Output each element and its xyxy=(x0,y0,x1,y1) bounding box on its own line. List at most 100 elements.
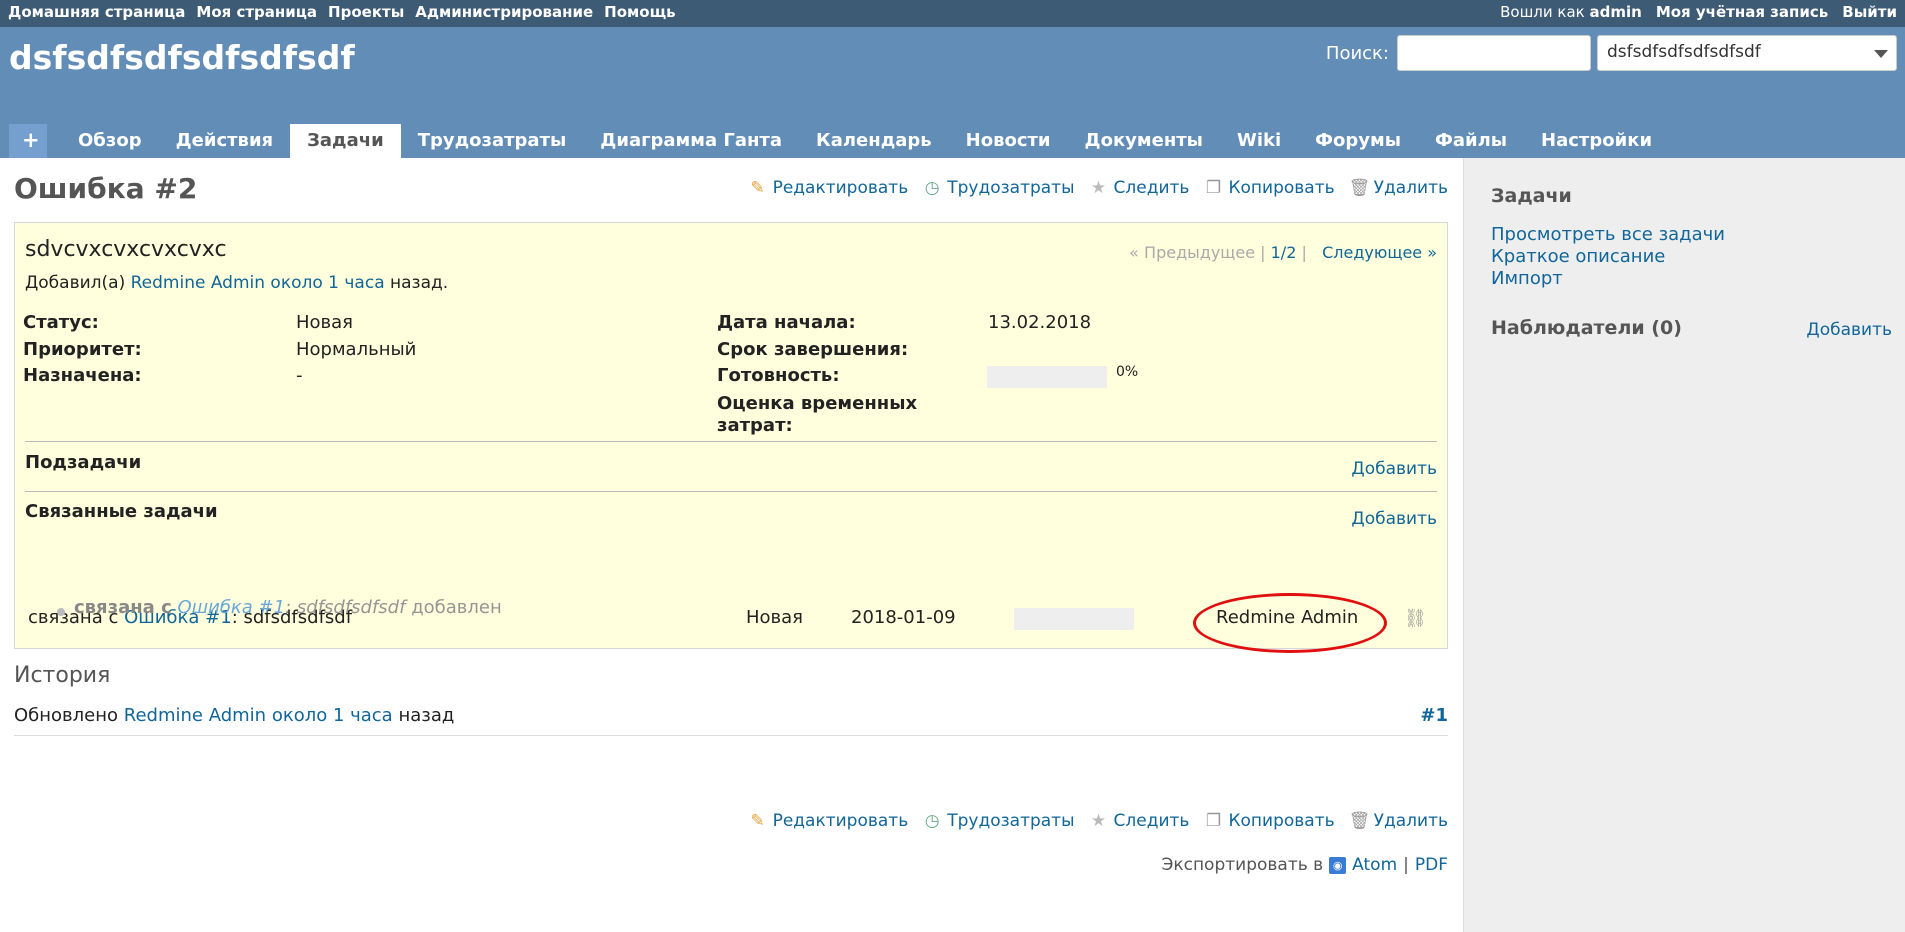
author-link[interactable]: Redmine Admin xyxy=(131,273,265,293)
logged-as: Вошли как admin xyxy=(1500,3,1642,21)
priority-value: Нормальный xyxy=(296,339,417,360)
sidebar: Задачи Просмотреть все задачи Краткое оп… xyxy=(1463,158,1905,932)
tab-overview[interactable]: Обзор xyxy=(61,124,159,158)
quick-search: Поиск: dsfsdfsdfsdfsdfsdf xyxy=(1326,35,1897,71)
add-subtask-link[interactable]: Добавить xyxy=(1351,459,1437,479)
detail-issue-link[interactable]: Ошибка #1 xyxy=(177,597,285,618)
divider xyxy=(25,491,1437,492)
log-time-button[interactable]: ◷ Трудозатраты xyxy=(922,811,1075,831)
journal-author-link[interactable]: Redmine Admin xyxy=(124,705,266,726)
tab-activity[interactable]: Действия xyxy=(159,124,291,158)
related-issue-status: Новая xyxy=(746,607,804,628)
project-jump-value: dsfsdfsdfsdfsdfsdf xyxy=(1607,42,1761,62)
sidebar-title: Задачи xyxy=(1491,185,1572,207)
tab-forums[interactable]: Форумы xyxy=(1298,124,1418,158)
author-prefix: Добавил(а) xyxy=(25,273,126,293)
issue-position-link[interactable]: 1/2 xyxy=(1271,243,1297,262)
delete-label: Удалить xyxy=(1373,811,1448,831)
log-time-label: Трудозатраты xyxy=(947,811,1075,831)
copy-button[interactable]: ❐ Копировать xyxy=(1203,811,1335,831)
created-time-link[interactable]: около 1 часа xyxy=(270,273,384,293)
nav-sep: | xyxy=(1260,243,1266,262)
export-links: Экспортировать в ◉ Atom | PDF xyxy=(1161,855,1448,875)
export-pdf-link[interactable]: PDF xyxy=(1415,855,1448,875)
journal-number-link[interactable]: #1 xyxy=(1420,705,1448,726)
export-atom-link[interactable]: Atom xyxy=(1352,855,1397,875)
related-issue-date: 2018-01-09 xyxy=(851,607,956,628)
journal-time-link[interactable]: около 1 часа xyxy=(272,705,393,726)
progress-bar xyxy=(987,366,1107,388)
tab-files[interactable]: Файлы xyxy=(1418,124,1524,158)
top-link-logout[interactable]: Выйти xyxy=(1842,3,1897,21)
logged-as-user[interactable]: admin xyxy=(1590,3,1642,21)
new-object-button[interactable]: + xyxy=(9,124,47,158)
add-relation-link[interactable]: Добавить xyxy=(1351,509,1437,529)
estimate-label-line2: затрат: xyxy=(717,415,793,436)
issue-navigation: « Предыдущее | 1/2 | Следующее » xyxy=(1129,243,1437,262)
top-link-help[interactable]: Помощь xyxy=(604,3,676,21)
tab-wiki[interactable]: Wiki xyxy=(1220,124,1298,158)
delete-button[interactable]: 🗑 Удалить xyxy=(1349,178,1448,198)
search-label: Поиск: xyxy=(1325,42,1389,64)
copy-button[interactable]: ❐ Копировать xyxy=(1203,178,1335,198)
watch-button[interactable]: ★ Следить xyxy=(1089,178,1190,198)
delete-label: Удалить xyxy=(1373,178,1448,198)
detail-suffix: добавлен xyxy=(411,597,502,618)
bullet-icon xyxy=(57,608,65,616)
top-link-home[interactable]: Домашняя страница xyxy=(8,3,185,21)
due-date-label: Срок завершения: xyxy=(717,339,909,360)
page-title: Ошибка #2 xyxy=(14,172,198,205)
done-ratio-label: Готовность: xyxy=(717,365,840,386)
edit-label: Редактировать xyxy=(772,178,909,198)
header: dsfsdfsdfsdfsdfsdf Поиск: dsfsdfsdfsdfsd… xyxy=(0,27,1905,158)
add-watcher-link[interactable]: Добавить xyxy=(1806,320,1892,340)
edit-button[interactable]: ✎ Редактировать xyxy=(748,178,909,198)
tab-issues[interactable]: Задачи xyxy=(290,124,401,158)
highlight-circle xyxy=(1193,593,1387,653)
status-value: Новая xyxy=(296,312,354,333)
logged-as-label: Вошли как xyxy=(1500,3,1585,21)
watch-label: Следить xyxy=(1113,811,1190,831)
estimate-label-line1: Оценка временных xyxy=(717,393,918,414)
copy-icon: ❐ xyxy=(1205,178,1222,198)
author-suffix: назад. xyxy=(390,273,449,293)
delete-button[interactable]: 🗑 Удалить xyxy=(1349,811,1448,831)
top-link-my-account[interactable]: Моя учётная запись xyxy=(1656,3,1828,21)
issue-actions-top: ✎ Редактировать ◷ Трудозатраты ★ Следить ❐ К… xyxy=(748,178,1448,198)
tab-calendar[interactable]: Календарь xyxy=(799,124,949,158)
subtasks-title: Подзадачи xyxy=(25,452,142,473)
unlink-icon[interactable]: ⛓ xyxy=(1404,608,1430,630)
detail-value: : sdfsdfsdfsdf xyxy=(285,597,406,618)
search-input[interactable] xyxy=(1397,35,1591,71)
sidebar-item-import[interactable]: Импорт xyxy=(1491,268,1725,290)
edit-button[interactable]: ✎ Редактировать xyxy=(748,811,909,831)
tab-documents[interactable]: Документы xyxy=(1068,124,1220,158)
star-icon: ★ xyxy=(1090,811,1107,831)
sidebar-item-summary[interactable]: Краткое описание xyxy=(1491,246,1725,268)
project-title: dsfsdfsdfsdfsdfsdf xyxy=(9,38,355,77)
journal-detail: связана с Ошибка #1: sdfsdfsdfsdf добавл… xyxy=(74,597,502,618)
top-link-my-page[interactable]: Моя страница xyxy=(196,3,317,21)
export-label: Экспортировать в xyxy=(1161,855,1324,875)
watch-label: Следить xyxy=(1113,178,1190,198)
tab-news[interactable]: Новости xyxy=(949,124,1068,158)
tab-time-entries[interactable]: Трудозатраты xyxy=(401,124,584,158)
tab-gantt[interactable]: Диаграмма Ганта xyxy=(583,124,799,158)
assigned-label: Назначена: xyxy=(23,365,142,386)
rss-feed-icon: ◉ xyxy=(1329,856,1347,874)
watch-button[interactable]: ★ Следить xyxy=(1089,811,1190,831)
chevron-down-icon xyxy=(1874,50,1888,58)
project-jump-select[interactable]: dsfsdfsdfsdfsdfsdf xyxy=(1597,35,1897,71)
next-issue-link[interactable]: Следующее » xyxy=(1322,243,1437,262)
sidebar-item-all-issues[interactable]: Просмотреть все задачи xyxy=(1491,224,1725,246)
priority-label: Приоритет: xyxy=(23,339,142,360)
tab-settings[interactable]: Настройки xyxy=(1524,124,1669,158)
log-time-button[interactable]: ◷ Трудозатраты xyxy=(922,178,1075,198)
copy-label: Копировать xyxy=(1228,178,1335,198)
issue-details: sdvcvxcvxcvxcvxc « Предыдущее | 1/2 | Сл… xyxy=(14,222,1448,649)
top-link-administration[interactable]: Администрирование xyxy=(415,3,593,21)
export-sep: | xyxy=(1403,855,1409,875)
top-link-projects[interactable]: Проекты xyxy=(328,3,404,21)
previous-issue: « Предыдущее xyxy=(1129,243,1256,262)
edit-label: Редактировать xyxy=(772,811,909,831)
